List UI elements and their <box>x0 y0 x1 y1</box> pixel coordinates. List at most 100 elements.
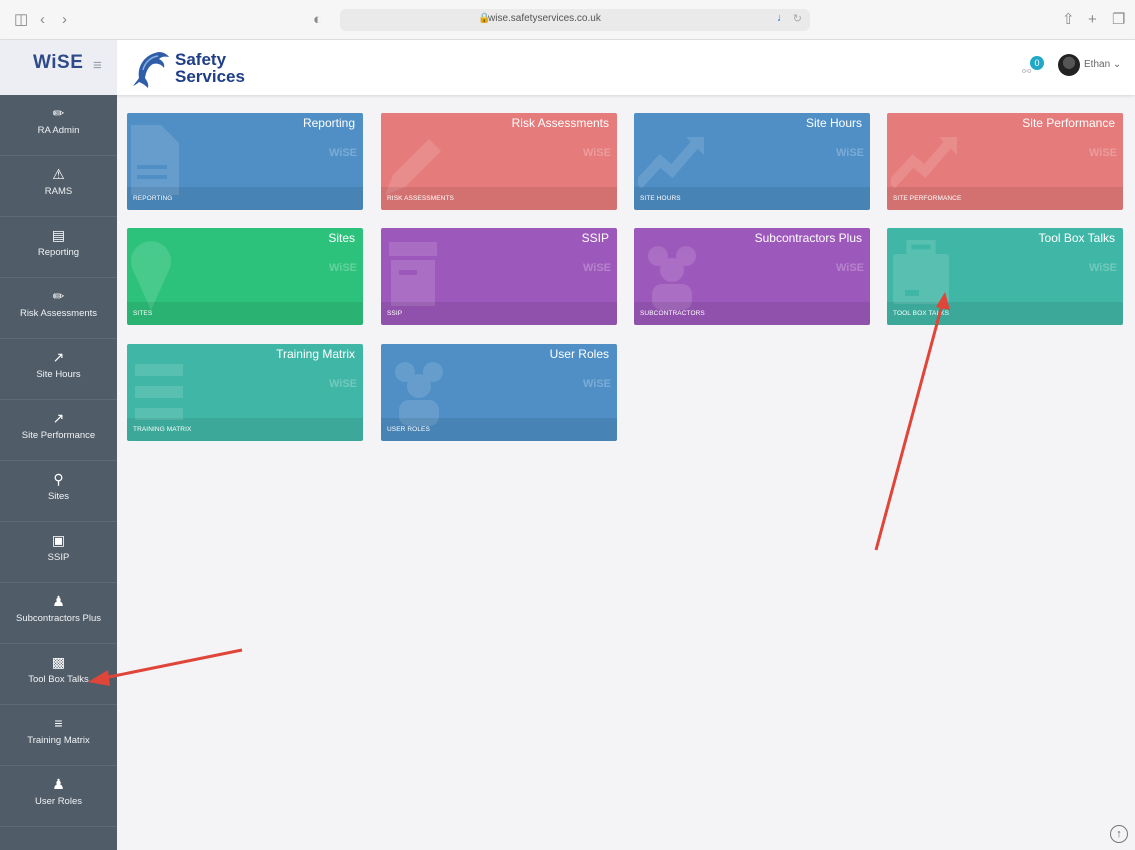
tile-title: Sites <box>328 231 355 245</box>
tile-tool-box-talks[interactable]: Tool Box Talks WiSE TOOL BOX TALKS <box>887 228 1123 325</box>
app-logo[interactable]: WiSE <box>33 52 83 74</box>
tile-title: Reporting <box>302 116 355 130</box>
tile-title: Training Matrix <box>276 347 355 361</box>
company-name: Safety Services <box>175 50 245 86</box>
tile-ssip[interactable]: SSIP WiSE SSIP <box>381 228 617 325</box>
pencil-icon: ✏ <box>52 288 65 304</box>
new-tab-icon[interactable]: + <box>1088 11 1097 29</box>
app-header: WiSE ≡ Safety Services ⚯ 0 Ethan ⌄ <box>0 40 1135 95</box>
wise-watermark: WiSE <box>835 147 864 159</box>
users-icon: ♟ <box>52 776 65 792</box>
tile-footer: RISK ASSESSMENTS <box>381 187 617 210</box>
tile-user-roles[interactable]: User Roles WiSE USER ROLES <box>381 344 617 441</box>
document-icon: ▤ <box>51 227 66 243</box>
sidebar-item-subcontractors-plus[interactable]: ♟ Subcontractors Plus <box>0 583 117 644</box>
sidebar-item-label: Subcontractors Plus <box>15 613 101 624</box>
chart-line-icon <box>638 137 704 189</box>
wise-watermark: WiSE <box>328 147 357 159</box>
sidebar-toggle-icon[interactable]: ◫ <box>14 11 28 29</box>
warning-icon: ⚠ <box>52 166 65 182</box>
scroll-to-top-button[interactable]: ↑ <box>1110 825 1128 843</box>
menu-toggle-icon[interactable]: ≡ <box>93 57 102 74</box>
tile-reporting[interactable]: Reporting WiSE REPORTING <box>127 113 363 210</box>
sidebar-item-label: Site Hours <box>36 369 81 380</box>
tile-footer: SSIP <box>381 302 617 325</box>
archive-icon: ▣ <box>51 532 66 548</box>
sidebar-item-label: Risk Assessments <box>19 308 98 319</box>
avatar[interactable] <box>1058 54 1080 76</box>
notification-badge: 0 <box>1030 56 1044 70</box>
forward-icon[interactable]: › <box>62 11 67 29</box>
wise-watermark: WiSE <box>835 262 864 274</box>
map-pin-icon: ⚲ <box>53 471 64 487</box>
tile-footer: SITE HOURS <box>634 187 870 210</box>
tile-footer: USER ROLES <box>381 418 617 441</box>
sidebar-item-label: Sites <box>47 491 70 502</box>
wise-watermark: WiSE <box>582 147 611 159</box>
audio-icon[interactable]: ♩ <box>777 12 788 24</box>
sidebar-item-label: Reporting <box>37 247 80 258</box>
wise-watermark: WiSE <box>328 262 357 274</box>
wise-watermark: WiSE <box>1088 147 1117 159</box>
list-icon: ≡ <box>54 715 63 731</box>
sidebar-item-tool-box-talks[interactable]: ▩ Tool Box Talks <box>0 644 117 705</box>
back-icon[interactable]: ‹ <box>40 11 45 29</box>
browser-toolbar: ◫ ‹ › ◐ 🔒 wise.safetyservices.co.uk ♩ ↻ … <box>0 0 1135 40</box>
sidebar-item-ra-admin[interactable]: ✏ RA Admin <box>0 95 117 156</box>
tile-footer: SITES <box>127 302 363 325</box>
tile-title: Risk Assessments <box>511 116 609 130</box>
users-icon <box>395 362 443 426</box>
wise-watermark: WiSE <box>1088 262 1117 274</box>
sidebar: ✏ RA Admin ⚠ RAMS ▤ Reporting ✏ Risk Ass… <box>0 95 117 850</box>
document-icon <box>131 125 179 195</box>
wise-watermark: WiSE <box>328 378 357 390</box>
share-icon[interactable]: ⇧ <box>1062 11 1075 29</box>
tile-risk-assessments[interactable]: Risk Assessments WiSE RISK ASSESSMENTS <box>381 113 617 210</box>
sidebar-item-sites[interactable]: ⚲ Sites <box>0 461 117 522</box>
url-text: wise.safetyservices.co.uk <box>488 13 601 24</box>
chart-line-icon <box>891 137 957 189</box>
sidebar-item-rams[interactable]: ⚠ RAMS <box>0 156 117 217</box>
briefcase-icon: ▩ <box>51 654 66 670</box>
address-bar[interactable]: 🔒 wise.safetyservices.co.uk ♩ ↻ <box>340 9 810 31</box>
tile-footer: REPORTING <box>127 187 363 210</box>
sidebar-item-site-hours[interactable]: ↗ Site Hours <box>0 339 117 400</box>
archive-icon <box>389 242 437 306</box>
sidebar-item-label: RAMS <box>44 186 73 197</box>
reload-icon[interactable]: ↻ <box>793 12 802 25</box>
pencil-icon <box>385 139 441 195</box>
dolphin-logo-icon <box>133 52 169 88</box>
users-icon: ♟ <box>52 593 65 609</box>
tile-footer: TOOL BOX TALKS <box>887 302 1123 325</box>
sidebar-item-label: Site Performance <box>21 430 96 441</box>
tile-title: Subcontractors Plus <box>754 231 862 245</box>
sidebar-item-training-matrix[interactable]: ≡ Training Matrix <box>0 705 117 766</box>
notifications-button[interactable]: ⚯ 0 <box>1020 56 1044 80</box>
tile-title: Site Hours <box>805 116 862 130</box>
tile-title: Site Performance <box>1022 116 1115 130</box>
sidebar-item-ssip[interactable]: ▣ SSIP <box>0 522 117 583</box>
sidebar-item-site-performance[interactable]: ↗ Site Performance <box>0 400 117 461</box>
tabs-icon[interactable]: ❐ <box>1112 11 1125 29</box>
tile-title: SSIP <box>581 231 609 245</box>
tile-site-performance[interactable]: Site Performance WiSE SITE PERFORMANCE <box>887 113 1123 210</box>
chart-line-icon: ↗ <box>52 410 65 426</box>
tile-sites[interactable]: Sites WiSE SITES <box>127 228 363 325</box>
user-menu[interactable]: Ethan ⌄ <box>1084 59 1121 70</box>
sidebar-item-reporting[interactable]: ▤ Reporting <box>0 217 117 278</box>
sidebar-item-user-roles[interactable]: ♟ User Roles <box>0 766 117 827</box>
tile-title: User Roles <box>549 347 609 361</box>
sidebar-item-label: RA Admin <box>37 125 80 136</box>
wise-watermark: WiSE <box>582 378 611 390</box>
tile-footer: SUBCONTRACTORS <box>634 302 870 325</box>
tile-training-matrix[interactable]: Training Matrix WiSE TRAINING MATRIX <box>127 344 363 441</box>
list-icon <box>135 364 183 420</box>
tile-site-hours[interactable]: Site Hours WiSE SITE HOURS <box>634 113 870 210</box>
wise-watermark: WiSE <box>582 262 611 274</box>
tile-footer: SITE PERFORMANCE <box>887 187 1123 210</box>
sidebar-item-risk-assessments[interactable]: ✏ Risk Assessments <box>0 278 117 339</box>
pencil-icon: ✏ <box>52 105 65 121</box>
tile-subcontractors-plus[interactable]: Subcontractors Plus WiSE SUBCONTRACTORS <box>634 228 870 325</box>
shield-icon[interactable]: ◐ <box>313 11 322 29</box>
sidebar-item-label: User Roles <box>35 796 82 807</box>
